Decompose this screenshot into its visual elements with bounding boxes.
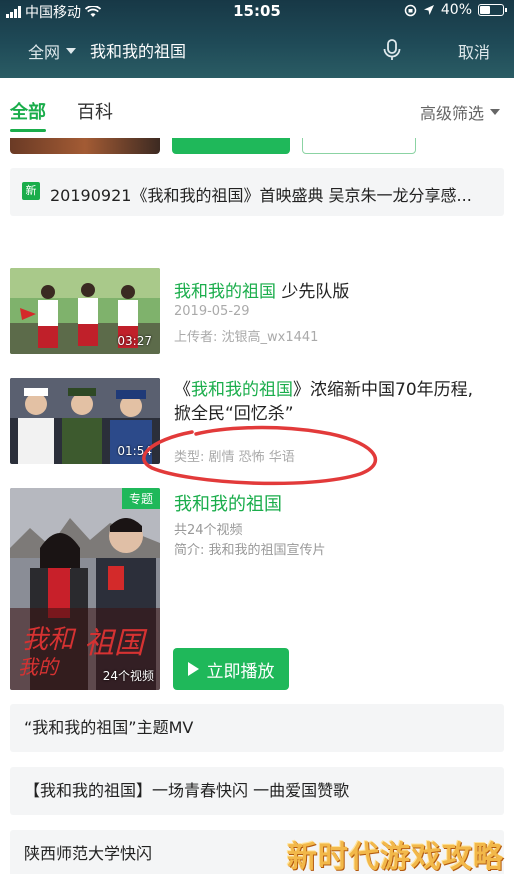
advanced-filter-label: 高级筛选 [419,104,484,123]
video-thumbnail[interactable]: 03:27 [10,268,160,354]
battery-icon [478,4,507,16]
location-icon [423,5,434,15]
play-now-button[interactable]: 立即播放 [173,648,289,690]
svg-text:祖国: 祖国 [84,626,148,661]
search-input[interactable] [84,33,414,67]
watermark: 新时代游戏攻略 [287,840,504,874]
search-scope-label: 全网 [28,43,61,62]
chevron-down-icon [490,109,500,115]
topic-badge: 专题 [121,488,160,509]
play-icon [187,662,199,676]
svg-text:我和: 我和 [22,625,77,655]
related-item[interactable]: 【我和我的祖国】一场青春快闪 一曲爱国赞歌 [10,767,504,815]
rotation-lock-icon [404,4,417,16]
topic-video-count-badge: 24个视频 [102,669,154,683]
advanced-filter-button[interactable]: 高级筛选 [420,100,500,124]
search-scope-dropdown[interactable]: 全网 [28,39,77,63]
tab-all[interactable]: 全部 [10,98,46,132]
video-duration: 01:54 [117,444,152,458]
video-genre: 类型: 剧情 恐怖 华语 [174,450,295,465]
status-right: 40% [404,2,507,18]
play-now-label: 立即播放 [206,661,275,682]
cancel-button[interactable]: 取消 [458,39,490,63]
app-header: 中国移动 15:05 40% 全网 我和我的祖国 取消 [0,0,514,78]
news-title: 20190921《我和我的祖国》首映盛典 吴京朱一龙分享感... [50,186,472,205]
video-title[interactable]: 我和我的祖国 少先队版 [174,280,349,304]
topic-count: 共24个视频 [174,523,243,538]
related-item[interactable]: “我和我的祖国”主题MV [10,704,504,752]
previous-play-button[interactable] [172,138,290,154]
topic-description: 简介: 我和我的祖国宣传片 [174,543,326,558]
topic-title[interactable]: 我和我的祖国 [174,490,282,516]
microphone-icon[interactable] [381,38,403,62]
previous-thumbnail[interactable] [10,138,160,154]
status-bar: 中国移动 15:05 40% [0,0,514,22]
tab-baike[interactable]: 百科 [77,98,113,124]
previous-result-partial [0,138,514,156]
video-title[interactable]: 《我和我的祖国》浓缩新中国70年历程, 掀全民“回忆杀” [174,378,473,426]
svg-text:我的: 我的 [18,655,60,679]
news-item[interactable]: 新 20190921《我和我的祖国》首映盛典 吴京朱一龙分享感... [10,168,504,216]
topic-thumbnail[interactable]: 我和 祖国 我的 专题 24个视频 [10,488,160,690]
chevron-down-icon [66,48,77,54]
video-thumbnail[interactable]: 01:54 [10,378,160,464]
video-duration: 03:27 [117,334,152,348]
battery-percent: 40% [440,2,472,18]
search-bar: 全网 取消 [0,28,514,72]
topic-result[interactable]: 我和 祖国 我的 专题 24个视频 我和我的祖国 共24个视频 简介: 我和我的… [0,488,514,692]
video-date: 2019-05-29 [174,304,250,319]
result-tabs: 全部 百科 高级筛选 [0,78,514,138]
previous-secondary-button[interactable] [302,138,416,154]
video-uploader: 上传者: 沈银高_wx1441 [174,330,319,345]
new-badge: 新 [22,182,40,200]
